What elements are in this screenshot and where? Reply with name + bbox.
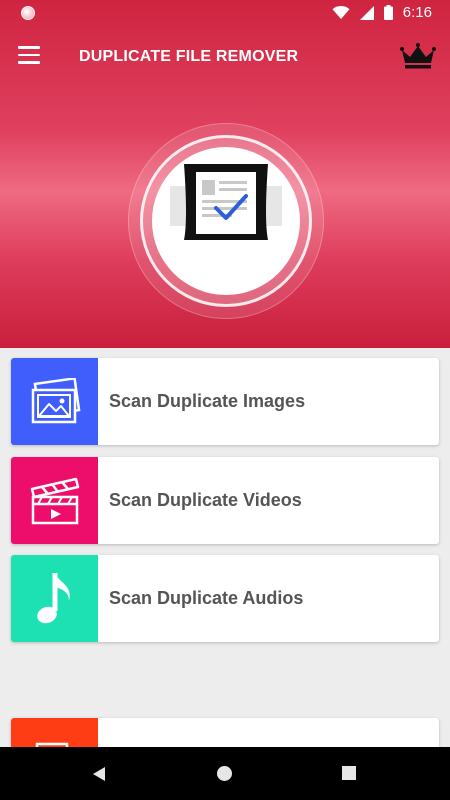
status-icons: 6:16	[332, 4, 432, 21]
crown-icon[interactable]	[400, 42, 436, 70]
scan-videos-button[interactable]: Scan Duplicate Videos	[11, 457, 439, 544]
video-clapperboard-icon	[30, 477, 79, 524]
card-icon-box	[11, 457, 98, 544]
card-label: Scan Duplicate Audios	[109, 588, 304, 608]
cellular-signal-icon	[359, 5, 374, 20]
card-icon-box	[11, 555, 98, 642]
card-icon-box	[11, 358, 98, 445]
status-time: 6:16	[402, 4, 432, 21]
card-label: Scan Duplicate Images	[109, 391, 306, 411]
card-label: Scan Duplicate Videos	[109, 490, 302, 510]
hamburger-menu-icon[interactable]	[18, 46, 44, 66]
app-title: DUPLICATE FILE REMOVER	[79, 48, 299, 65]
home-icon[interactable]	[217, 766, 232, 781]
recents-icon[interactable]	[342, 766, 356, 780]
back-icon[interactable]	[92, 766, 106, 782]
wifi-icon	[332, 5, 350, 19]
status-bar: 6:16	[0, 0, 450, 28]
image-gallery-icon	[31, 377, 80, 423]
duplicate-document-check-icon	[170, 164, 282, 240]
battery-icon	[383, 5, 393, 20]
scan-audios-button[interactable]: Scan Duplicate Audios	[11, 555, 439, 642]
system-navigation-bar	[0, 747, 450, 800]
music-note-icon	[36, 572, 70, 623]
notification-dot-icon	[21, 6, 35, 20]
app-toolbar: DUPLICATE FILE REMOVER	[0, 28, 450, 84]
scan-images-button[interactable]: Scan Duplicate Images	[11, 358, 439, 445]
